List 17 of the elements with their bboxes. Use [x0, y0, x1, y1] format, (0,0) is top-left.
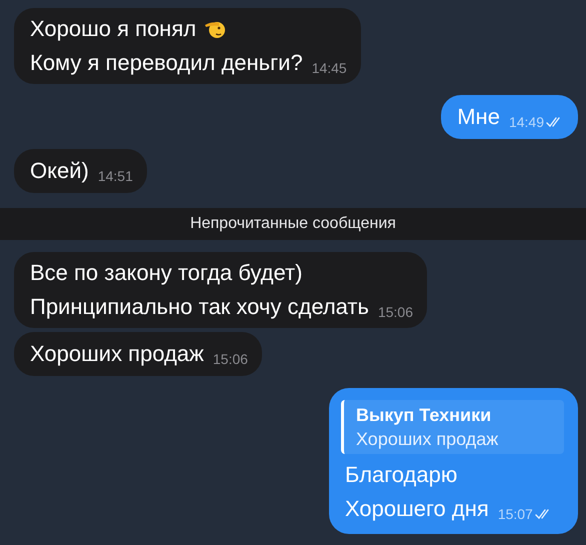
message-time: 15:06: [212, 351, 248, 367]
message-text: Принципиально так хочу сделать: [30, 293, 369, 321]
message-text: Мне: [457, 103, 500, 131]
message-text: Благодарю: [345, 461, 458, 489]
message-time: 14:49: [508, 114, 544, 130]
reply-text: Хороших продаж: [356, 428, 500, 451]
message-text: Хорошего дня: [345, 495, 489, 523]
message-text: Окей): [30, 157, 89, 185]
message-time: 14:45: [312, 60, 347, 76]
message-time: 14:51: [98, 168, 133, 184]
message-text: Кому я переводил деньги?: [30, 49, 303, 77]
message-text: Хороших продаж: [30, 340, 204, 368]
message-text: Хорошо я понял: [30, 15, 196, 43]
message-time: 15:07: [498, 506, 533, 522]
message-time: 15:06: [378, 304, 414, 320]
message-text: Все по закону тогда будет): [30, 259, 302, 287]
reply-author: Выкуп Техники: [356, 404, 492, 427]
